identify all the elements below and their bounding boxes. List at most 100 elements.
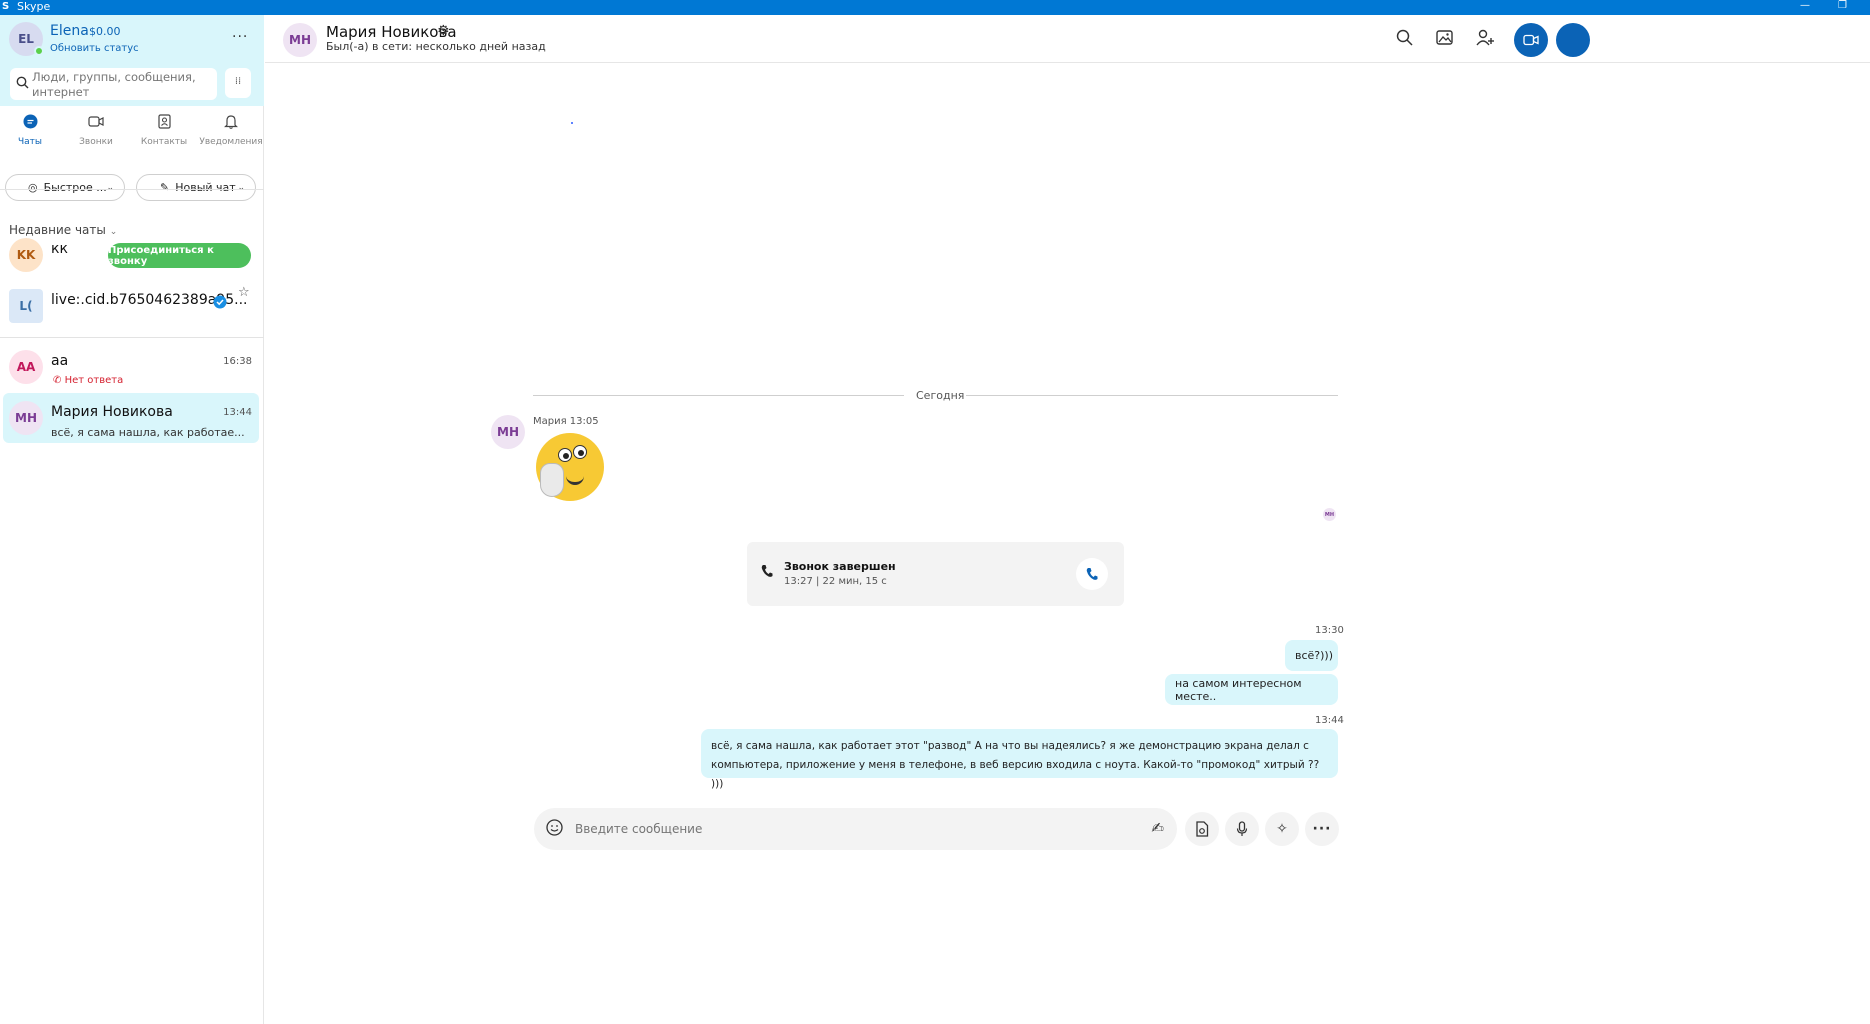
divider [0, 337, 264, 338]
meet-now-icon: ◎ [28, 181, 38, 194]
profile-panel: EL Elena $0.00 Обновить статус ··· ⁞⁞ [0, 15, 264, 106]
audio-call-button[interactable] [1556, 23, 1590, 57]
skype-credit-balance[interactable]: $0.00 [89, 25, 121, 38]
chat-item-live-cid[interactable]: L( live:.cid.b7650462389a95... ☆ [3, 281, 259, 331]
call-back-button[interactable] [1076, 558, 1108, 590]
call-ended-card: Звонок завершен 13:27 | 22 мин, 15 с [747, 542, 1124, 606]
conversation-header: MH Мария Новикова ⚙ Был(-а) в сети: неск… [265, 15, 1870, 63]
emoji-mouth [566, 473, 584, 485]
chat-item-name: Мария Новикова [51, 404, 173, 420]
more-actions-button[interactable]: ··· [1305, 812, 1339, 846]
new-chat-button[interactable]: ✎ Новый чат ⌄ [136, 174, 256, 201]
stray-dot [571, 122, 573, 124]
avatar: KK [9, 238, 43, 272]
contacts-icon [131, 114, 197, 134]
emoji-picker-icon[interactable] [546, 819, 563, 840]
emoji-pupil [578, 450, 584, 456]
gear-icon[interactable]: ⚙ [437, 23, 450, 39]
search-icon[interactable] [1396, 29, 1413, 51]
call-title: Звонок завершен [784, 560, 896, 573]
message-line: компьютера, приложение у меня в телефоне… [711, 759, 1320, 790]
chat-item-time: 13:44 [223, 407, 252, 418]
minimize-button[interactable]: — [1800, 0, 1810, 11]
share-file-button[interactable] [1185, 812, 1219, 846]
verified-badge-icon [213, 294, 227, 313]
chat-item-aa[interactable]: AA аа 16:38 ✆ Нет ответа [3, 342, 259, 392]
file-icon [1196, 821, 1209, 837]
avatar: AA [9, 350, 43, 384]
tab-chats[interactable]: Чаты [0, 114, 63, 147]
date-divider-label: Сегодня [916, 389, 965, 402]
video-camera-icon [1523, 34, 1539, 46]
message-line: всё, я сама нашла, как работает этот "ра… [711, 740, 1309, 752]
more-options-button[interactable]: ··· [232, 29, 248, 45]
tab-calls[interactable]: Звонки [63, 114, 129, 147]
tab-contacts[interactable]: Контакты [131, 114, 197, 147]
contact-status: Был(-а) в сети: несколько дней назад [326, 40, 546, 53]
favorite-star-icon[interactable]: ☆ [238, 285, 250, 300]
restore-button[interactable]: ❐ [1838, 0, 1847, 11]
call-detail: 13:27 | 22 мин, 15 с [784, 576, 887, 587]
nav-tabs: Чаты Звонки Контакты Уведомления [0, 106, 264, 160]
tab-contacts-label: Контакты [140, 137, 188, 147]
search-input[interactable] [32, 70, 214, 100]
message-input[interactable] [575, 814, 1125, 844]
search-icon [16, 76, 29, 93]
join-call-button[interactable]: Присоединиться к звонку [108, 243, 251, 268]
ai-assist-button[interactable]: ✧ [1265, 812, 1299, 846]
bell-icon [198, 114, 264, 134]
wave-emoji-message[interactable] [536, 433, 604, 501]
message-bubble[interactable]: на самом интересном месте.. [1165, 674, 1338, 705]
voice-message-button[interactable] [1225, 812, 1259, 846]
skype-logo-icon: S [2, 1, 10, 12]
missed-call-status: ✆ Нет ответа [53, 375, 123, 386]
message-bubble[interactable]: всё, я сама нашла, как работает этот "ра… [701, 729, 1338, 790]
missed-call-icon: ✆ [53, 375, 62, 386]
window-titlebar: S Skype — ❐ [0, 0, 1870, 15]
add-person-icon[interactable] [1476, 29, 1495, 51]
search-box[interactable] [10, 68, 217, 100]
date-divider-line [966, 395, 1338, 396]
update-status-link[interactable]: Обновить статус [50, 43, 139, 54]
sidebar: EL Elena $0.00 Обновить статус ··· ⁞⁞ Ча… [0, 15, 342, 1024]
video-call-button[interactable] [1514, 23, 1548, 57]
tab-chats-label: Чаты [17, 137, 43, 147]
compose-icon: ✎ [160, 181, 170, 194]
message-timestamp: 13:44 [1315, 715, 1344, 726]
chat-icon [0, 114, 63, 134]
chevron-down-icon: ⌄ [237, 182, 245, 193]
tab-notifications[interactable]: Уведомления [198, 114, 264, 147]
chat-item-name: кк [51, 241, 68, 257]
video-camera-icon [63, 114, 129, 134]
chat-item-time: 16:38 [223, 356, 252, 367]
message-timestamp: 13:30 [1315, 625, 1344, 636]
message-composer: ✍ [534, 808, 1177, 850]
tab-notifications-label: Уведомления [199, 137, 263, 147]
sender-meta: Мария 13:05 [533, 416, 599, 427]
handwriting-icon[interactable]: ✍ [1151, 819, 1164, 837]
avatar: L( [9, 289, 43, 323]
microphone-icon [1236, 821, 1248, 836]
sender-avatar[interactable]: MH [491, 415, 525, 449]
dialpad-icon: ⁞⁞ [234, 76, 242, 87]
chat-item-kk[interactable]: KK кк Присоединиться к звонку [3, 230, 259, 280]
quick-meeting-button[interactable]: ◎ Быстрое ... ⌄ [5, 174, 125, 201]
chevron-down-icon: ⌄ [106, 182, 114, 193]
chat-item-name: аа [51, 353, 69, 369]
message-bubble[interactable]: всё?))) [1285, 640, 1338, 671]
missed-call-label: Нет ответа [64, 375, 124, 386]
gallery-icon[interactable] [1436, 29, 1453, 51]
ellipsis-icon: ··· [1312, 821, 1332, 837]
emoji-hand [540, 463, 564, 497]
chat-item-preview: всё, я сама нашла, как работае... [51, 426, 245, 439]
phone-icon [761, 564, 773, 582]
tab-calls-label: Звонки [79, 137, 113, 147]
chat-item-maria[interactable]: MH Мария Новикова 13:44 всё, я сама нашл… [3, 393, 259, 443]
profile-name[interactable]: Elena [50, 23, 89, 39]
sparkle-icon: ✧ [1276, 821, 1288, 837]
dialpad-button[interactable]: ⁞⁞ [225, 68, 251, 98]
read-receipt-avatar: MH [1323, 508, 1336, 521]
contact-avatar[interactable]: MH [283, 23, 317, 57]
avatar: MH [9, 401, 43, 435]
new-chat-label: Новый чат [175, 181, 236, 194]
